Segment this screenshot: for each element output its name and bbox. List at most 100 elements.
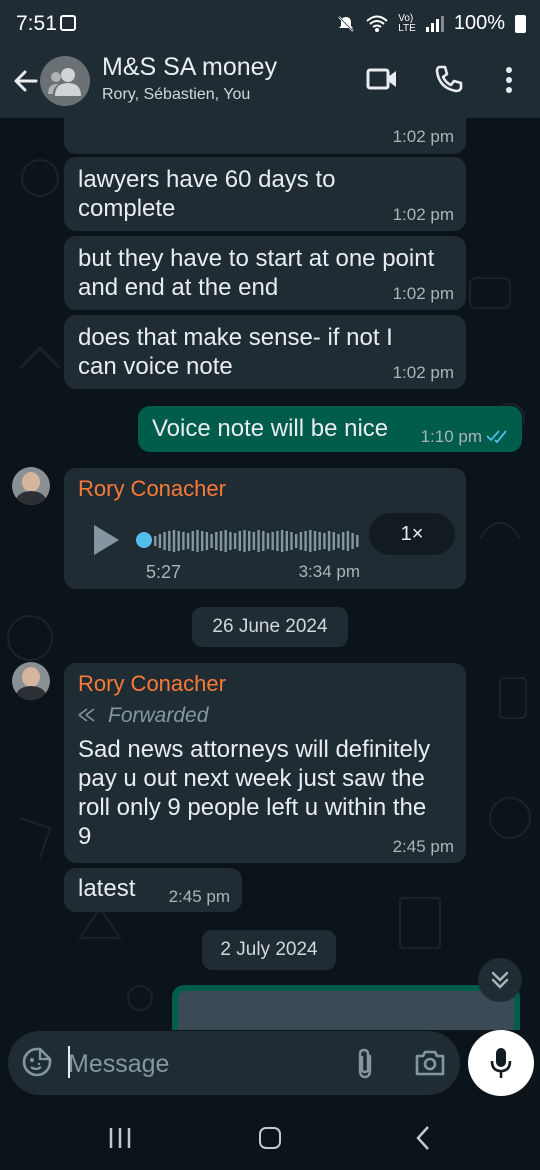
waveform-bar [342,532,345,550]
playback-speed-button[interactable]: 1× [369,513,455,555]
message-text: Sad news attorneys will definitely pay u… [78,736,431,850]
message-composer [8,1031,460,1095]
back-arrow-icon[interactable] [10,65,42,97]
attach-icon[interactable] [354,1047,376,1079]
waveform-bar [323,533,326,549]
waveform-bar [182,532,185,550]
sender-avatar[interactable] [12,662,50,700]
waveform-bar [201,531,204,551]
status-bar: 7:51 Vo) LTE 100% [0,0,540,48]
waveform-bar [304,531,307,551]
message-bubble[interactable]: does that make sense- if not I can voice… [64,315,466,389]
waveform-bar [191,531,194,551]
waveform-bar [219,531,223,551]
waveform-bar [238,531,241,551]
waveform-bar [252,532,256,550]
nav-back-icon[interactable] [414,1125,432,1151]
outgoing-message-bubble[interactable] [172,985,520,1030]
group-icon [48,68,81,96]
waveform-bar [280,530,284,552]
voice-waveform[interactable] [154,526,360,556]
waveform-bar [356,535,359,547]
sender-avatar[interactable] [12,467,50,505]
camera-icon[interactable] [414,1049,446,1077]
waveform-bar [243,530,246,552]
waveform-bar [271,532,274,550]
waveform-bar [168,531,171,551]
more-vert-icon[interactable] [500,65,518,95]
waveform-bar [215,532,218,550]
waveform-bar [276,531,279,551]
message-time: 1:02 pm [392,363,454,382]
date-separator: 26 June 2024 [192,607,348,647]
video-call-icon[interactable] [366,66,398,92]
message-bubble[interactable]: lawyers have 60 days to complete 1:02 pm [64,157,466,231]
waveform-bar [248,531,251,551]
message-bubble[interactable]: 1:02 pm [64,118,466,154]
message-bubble[interactable]: latest 2:45 pm [64,868,242,912]
mic-icon [490,1048,512,1078]
waveform-bar [177,531,180,551]
waveform-bar [186,533,190,549]
waveform-bar [290,532,293,550]
chat-header: M&S SA money Rory, Sébastien, You [0,48,540,118]
chat-title[interactable]: M&S SA money [102,53,277,82]
play-icon[interactable] [92,524,120,556]
group-avatar[interactable] [40,56,90,106]
system-navigation-bar [0,1103,540,1170]
waveform-bar [233,533,237,549]
message-text: lawyers have 60 days to complete [78,166,336,222]
message-time: 2:45 pm [392,837,454,856]
message-bubble[interactable]: but they have to start at one point and … [64,236,466,310]
message-time: 1:02 pm [392,205,454,224]
waveform-bar [257,530,260,552]
chat-area[interactable]: 1:02 pm lawyers have 60 days to complete… [0,118,540,1030]
chat-participants[interactable]: Rory, Sébastien, You [102,86,250,104]
status-time: 7:51 [16,12,57,35]
signal-icon [425,15,444,32]
message-time: 1:02 pm [392,127,454,146]
waveform-bar [163,532,166,550]
recents-icon[interactable] [108,1127,132,1149]
voice-progress-dot[interactable] [136,532,152,548]
battery-icon [515,14,526,33]
message-text: latest [78,875,136,902]
scroll-to-bottom-button[interactable] [478,958,522,1002]
waveform-bar [205,532,209,550]
forwarded-label: Forwarded [108,704,208,728]
voice-duration: 5:27 [146,562,182,582]
waveform-bar [327,531,331,551]
home-icon[interactable] [259,1127,281,1149]
gallery-icon [60,15,76,31]
message-text: but they have to start at one point and … [78,245,435,301]
message-input[interactable] [66,1037,340,1091]
emoji-icon[interactable] [22,1047,52,1077]
sender-name[interactable]: Rory Conacher [78,671,226,697]
wifi-icon [366,15,388,32]
forwarded-message-bubble[interactable]: Rory Conacher Forwarded Sad news attorne… [64,663,466,863]
message-text: Voice note will be nice [152,415,389,442]
waveform-bar [224,530,227,552]
battery-percent: 100% [453,12,505,34]
message-media[interactable] [178,991,514,1030]
waveform-bar [196,530,199,552]
status-icons: Vo) LTE 100% [336,12,526,35]
message-time: 3:34 pm [298,562,360,581]
waveform-bar [313,531,317,551]
waveform-bar [154,536,157,546]
network-lte: LTE [398,22,416,34]
chevron-double-down-icon [491,971,509,989]
outgoing-message-bubble[interactable]: Voice note will be nice 1:10 pm [138,406,522,452]
phone-icon[interactable] [434,64,464,94]
waveform-bar [351,533,354,549]
voice-message-bubble[interactable]: Rory Conacher 1× 5:27 3:34 pm [64,468,466,589]
text-caret [68,1046,70,1078]
waveform-bar [337,534,340,548]
waveform-bar [229,532,232,550]
forwarded-text: Forwarded [108,704,209,727]
sender-name[interactable]: Rory Conacher [78,476,226,502]
mute-icon [338,15,354,32]
message-time: 1:02 pm [392,284,454,303]
voice-record-button[interactable] [468,1030,534,1096]
waveform-bar [262,531,265,551]
